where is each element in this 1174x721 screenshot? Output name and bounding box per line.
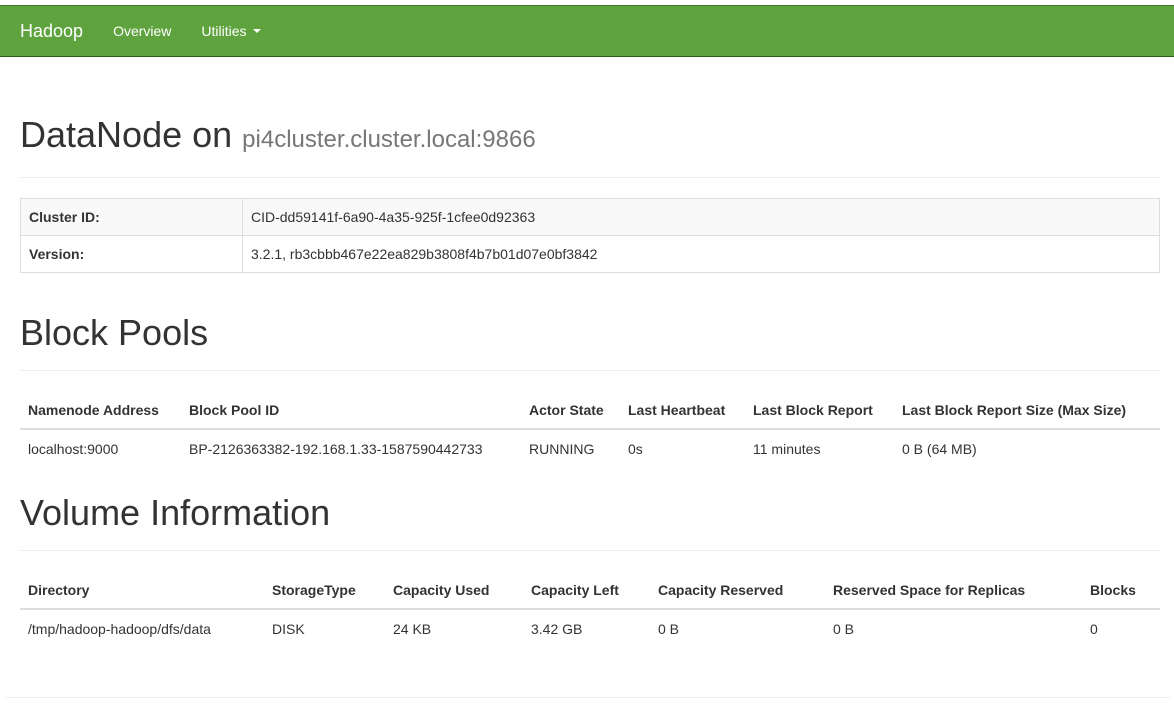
brand-link[interactable]: Hadoop — [20, 21, 83, 42]
page-title-text: DataNode on — [20, 114, 233, 155]
column-header: Directory — [20, 571, 264, 610]
datanode-info-table: Cluster ID: CID-dd59141f-6a90-4a35-925f-… — [20, 198, 1160, 273]
table-row: /tmp/hadoop-hadoop/dfs/data DISK 24 KB 3… — [20, 608, 1160, 647]
volume-info-table: Directory StorageType Capacity Used Capa… — [20, 571, 1160, 647]
cell-capacity-used: 24 KB — [385, 608, 523, 647]
cell-blocks: 0 — [1082, 608, 1160, 647]
block-pools-header: Block Pools — [20, 313, 1160, 371]
info-row-version: Version: 3.2.1, rb3cbbb467e22ea829b3808f… — [20, 235, 1160, 273]
nav-utilities-dropdown[interactable]: Utilities — [201, 23, 261, 39]
column-header: Actor State — [521, 391, 620, 430]
table-row: localhost:9000 BP-2126363382-192.168.1.3… — [20, 428, 1160, 467]
page-title-host: pi4cluster.cluster.local:9866 — [242, 126, 536, 153]
volume-info-header: Volume Information — [20, 493, 1160, 551]
block-pools-table: Namenode Address Block Pool ID Actor Sta… — [20, 391, 1160, 467]
nav-utilities-label: Utilities — [201, 23, 247, 39]
block-pools-title: Block Pools — [20, 312, 209, 353]
info-value: 3.2.1, rb3cbbb467e22ea829b3808f4b7b01d07… — [242, 235, 1160, 273]
column-header: Blocks — [1082, 571, 1160, 610]
cell-storage-type: DISK — [264, 608, 385, 647]
page-title: DataNode on pi4cluster.cluster.local:986… — [20, 115, 1160, 160]
top-navbar: Hadoop Overview Utilities — [0, 5, 1174, 57]
table-header-row: Namenode Address Block Pool ID Actor Sta… — [20, 391, 1160, 430]
column-header: Reserved Space for Replicas — [825, 571, 1082, 610]
page-header: DataNode on pi4cluster.cluster.local:986… — [20, 115, 1160, 178]
cell-namenode-address: localhost:9000 — [20, 428, 181, 467]
cell-directory: /tmp/hadoop-hadoop/dfs/data — [20, 608, 264, 647]
column-header: Namenode Address — [20, 391, 181, 430]
column-header: Last Block Report Size (Max Size) — [894, 391, 1160, 430]
main-container: DataNode on pi4cluster.cluster.local:986… — [20, 57, 1160, 647]
cell-block-pool-id: BP-2126363382-192.168.1.33-1587590442733 — [181, 428, 521, 467]
nav-overview[interactable]: Overview — [113, 23, 171, 39]
cell-reserved-space-replicas: 0 B — [825, 608, 1082, 647]
cell-capacity-reserved: 0 B — [650, 608, 825, 647]
caret-down-icon — [252, 29, 261, 33]
column-header: Capacity Left — [523, 571, 650, 610]
cell-actor-state: RUNNING — [521, 428, 620, 467]
cell-last-heartbeat: 0s — [620, 428, 745, 467]
footer-divider — [5, 697, 1170, 698]
column-header: Block Pool ID — [181, 391, 521, 430]
column-header: Capacity Reserved — [650, 571, 825, 610]
cell-capacity-left: 3.42 GB — [523, 608, 650, 647]
table-header-row: Directory StorageType Capacity Used Capa… — [20, 571, 1160, 610]
column-header: Capacity Used — [385, 571, 523, 610]
column-header: Last Heartbeat — [620, 391, 745, 430]
column-header: StorageType — [264, 571, 385, 610]
info-label: Cluster ID: — [20, 198, 243, 236]
cell-last-block-report: 11 minutes — [745, 428, 894, 467]
info-value: CID-dd59141f-6a90-4a35-925f-1cfee0d92363 — [242, 198, 1160, 236]
volume-info-title: Volume Information — [20, 492, 331, 533]
info-row-cluster-id: Cluster ID: CID-dd59141f-6a90-4a35-925f-… — [20, 198, 1160, 236]
info-label: Version: — [20, 235, 243, 273]
column-header: Last Block Report — [745, 391, 894, 430]
cell-last-block-report-size: 0 B (64 MB) — [894, 428, 1160, 467]
